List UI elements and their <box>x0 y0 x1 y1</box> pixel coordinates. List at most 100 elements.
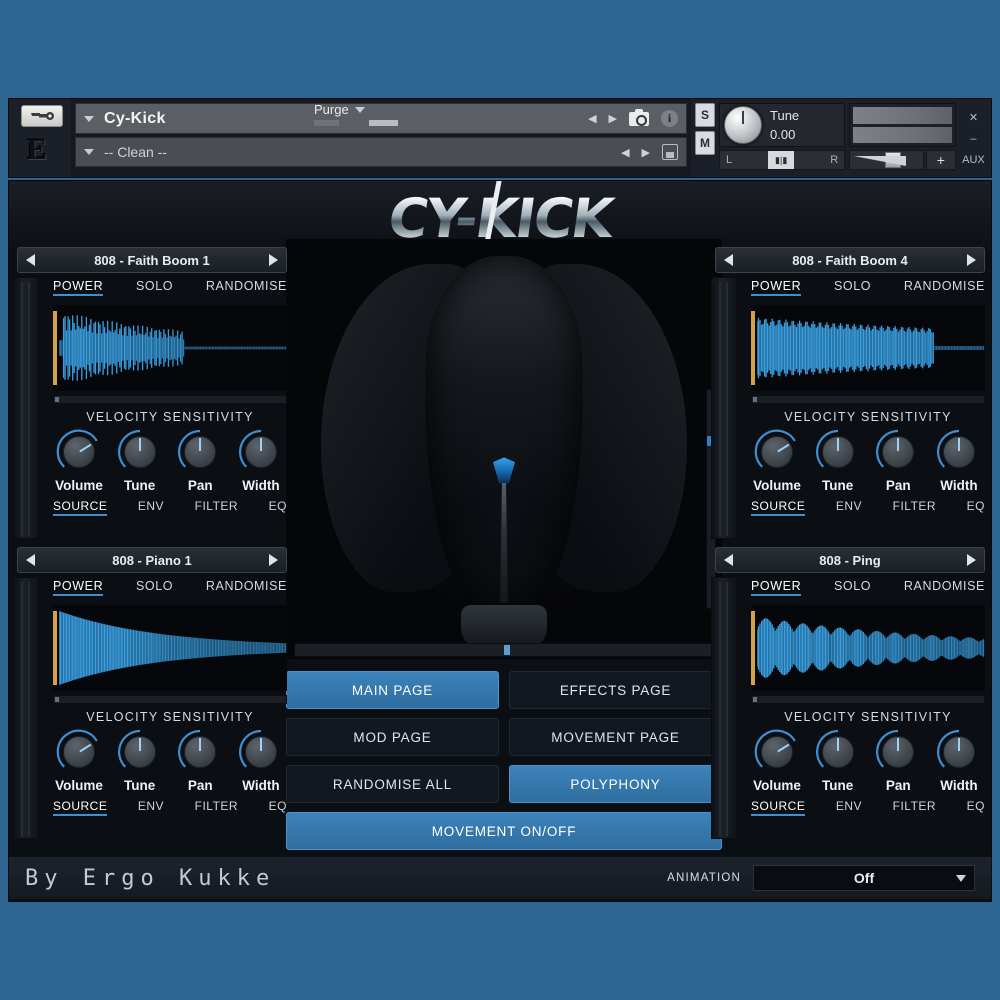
snapshot-prev-icon[interactable]: ◀ <box>621 146 629 159</box>
slot-3-waveform-display[interactable] <box>751 305 985 391</box>
slot-1-tab-solo[interactable]: SOLO <box>136 279 173 296</box>
slot-1-tab-randomise[interactable]: RANDOMISE <box>206 279 287 296</box>
slot-1-preset-bar[interactable]: 808 - Faith Boom 1 <box>17 247 287 273</box>
slot-3-width-knob[interactable] <box>936 429 982 475</box>
slot-2-tab-randomise[interactable]: RANDOMISE <box>206 579 287 596</box>
slot-2-prev-arrow-icon[interactable] <box>26 554 35 566</box>
slot-1-prev-arrow-icon[interactable] <box>26 254 35 266</box>
pan-row[interactable]: L ▮|▮ R <box>719 150 846 170</box>
chevron-down-icon[interactable] <box>84 115 94 122</box>
slot-3-left-rail[interactable] <box>711 277 737 539</box>
slot-1-left-rail[interactable] <box>13 277 39 539</box>
slot-3-waveform-scrollbar[interactable] <box>751 395 985 404</box>
slot-3-tab-env[interactable]: ENV <box>836 499 862 516</box>
randomise-all-button[interactable]: RANDOMISE ALL <box>286 765 499 803</box>
slot-3-pan-knob[interactable] <box>875 429 921 475</box>
slot-3-tab-eq[interactable]: EQ <box>967 499 985 516</box>
slot-2-pan-knob[interactable] <box>177 729 223 775</box>
wrench-icon[interactable] <box>21 105 63 127</box>
slot-4-width-knob[interactable] <box>936 729 982 775</box>
close-icon[interactable]: ✕ <box>969 111 978 124</box>
slot-1-tune-knob[interactable] <box>117 429 163 475</box>
slot-3-preset-bar[interactable]: 808 - Faith Boom 4 <box>715 247 985 273</box>
slot-1-tab-power[interactable]: POWER <box>53 279 104 296</box>
slot-2-width-knob[interactable] <box>238 729 284 775</box>
slot-4-tab-eq[interactable]: EQ <box>967 799 985 816</box>
slot-3-next-arrow-icon[interactable] <box>967 254 976 266</box>
slot-1-start-marker[interactable] <box>53 311 57 385</box>
slot-2-next-arrow-icon[interactable] <box>269 554 278 566</box>
slot-2-tab-source[interactable]: SOURCE <box>53 799 108 816</box>
slot-2-volume-knob[interactable] <box>56 729 102 775</box>
mod-page-button[interactable]: MOD PAGE <box>286 718 499 756</box>
center-horizontal-scrollbar-handle[interactable] <box>504 645 510 655</box>
slot-3-tab-randomise[interactable]: RANDOMISE <box>904 279 985 296</box>
tune-knob[interactable] <box>724 106 762 144</box>
volume-slider[interactable] <box>849 150 924 170</box>
effects-page-button[interactable]: EFFECTS PAGE <box>509 671 722 709</box>
slot-2-waveform-scrollbar[interactable] <box>53 695 287 704</box>
floppy-disk-icon[interactable] <box>662 144 678 160</box>
slot-1-waveform-display[interactable] <box>53 305 287 391</box>
slot-4-volume-knob[interactable] <box>754 729 800 775</box>
slot-1-tab-filter[interactable]: FILTER <box>195 499 238 516</box>
slot-3-start-marker[interactable] <box>751 311 755 385</box>
slot-2-preset-bar[interactable]: 808 - Piano 1 <box>17 547 287 573</box>
slot-1-tab-eq[interactable]: EQ <box>269 499 287 516</box>
snapshot-next-icon[interactable]: ▶ <box>642 146 650 159</box>
slot-4-tab-solo[interactable]: SOLO <box>834 579 871 596</box>
slot-2-tab-filter[interactable]: FILTER <box>195 799 238 816</box>
slot-3-prev-arrow-icon[interactable] <box>724 254 733 266</box>
slot-3-tab-filter[interactable]: FILTER <box>893 499 936 516</box>
slot-2-tab-power[interactable]: POWER <box>53 579 104 596</box>
slot-4-waveform-scrollbar[interactable] <box>751 695 985 704</box>
slot-3-tab-solo[interactable]: SOLO <box>834 279 871 296</box>
movement-page-button[interactable]: MOVEMENT PAGE <box>509 718 722 756</box>
slot-4-pan-knob[interactable] <box>875 729 921 775</box>
slot-3-waveform-scroll-handle[interactable] <box>753 397 757 402</box>
slot-3-tab-power[interactable]: POWER <box>751 279 802 296</box>
slot-3-volume-knob[interactable] <box>754 429 800 475</box>
slot-4-next-arrow-icon[interactable] <box>967 554 976 566</box>
slot-1-tab-source[interactable]: SOURCE <box>53 499 108 516</box>
chevron-down-icon-snapshot[interactable] <box>84 149 94 155</box>
slot-2-tune-knob[interactable] <box>117 729 163 775</box>
solo-button[interactable]: S <box>695 103 715 127</box>
slot-2-waveform-display[interactable] <box>53 605 287 691</box>
slot-2-waveform-scroll-handle[interactable] <box>55 697 59 702</box>
volume-plus-button[interactable]: + <box>925 150 956 170</box>
slot-1-pan-knob[interactable] <box>177 429 223 475</box>
slot-2-tab-env[interactable]: ENV <box>138 799 164 816</box>
pan-center-icon[interactable]: ▮|▮ <box>768 151 795 169</box>
info-icon[interactable]: i <box>661 110 678 127</box>
purge-chevron-down-icon[interactable] <box>354 106 365 113</box>
slot-4-tab-filter[interactable]: FILTER <box>893 799 936 816</box>
main-page-button[interactable]: MAIN PAGE <box>286 671 499 709</box>
slot-1-width-knob[interactable] <box>238 429 284 475</box>
prev-arrow-icon[interactable]: ◀ <box>588 112 596 125</box>
polyphony-button[interactable]: POLYPHONY <box>509 765 722 803</box>
slot-1-volume-knob[interactable] <box>56 429 102 475</box>
slot-2-tab-eq[interactable]: EQ <box>269 799 287 816</box>
slot-4-tab-randomise[interactable]: RANDOMISE <box>904 579 985 596</box>
slot-4-tab-source[interactable]: SOURCE <box>751 799 806 816</box>
animation-select[interactable]: Off <box>753 865 975 891</box>
chevron-down-icon-animation[interactable] <box>956 875 966 882</box>
next-arrow-icon[interactable]: ▶ <box>609 112 617 125</box>
slot-4-tab-power[interactable]: POWER <box>751 579 802 596</box>
movement-on-off-button[interactable]: MOVEMENT ON/OFF <box>286 812 722 850</box>
slot-1-tab-env[interactable]: ENV <box>138 499 164 516</box>
slot-4-prev-arrow-icon[interactable] <box>724 554 733 566</box>
slot-3-tab-source[interactable]: SOURCE <box>751 499 806 516</box>
camera-icon[interactable] <box>629 108 649 126</box>
slot-1-next-arrow-icon[interactable] <box>269 254 278 266</box>
volume-slider-handle[interactable] <box>884 152 901 168</box>
slot-4-waveform-scroll-handle[interactable] <box>753 697 757 702</box>
purge-control[interactable]: Purge <box>314 100 398 158</box>
slot-4-left-rail[interactable] <box>711 577 737 839</box>
slot-3-tune-knob[interactable] <box>815 429 861 475</box>
slot-2-start-marker[interactable] <box>53 611 57 685</box>
slot-4-tune-knob[interactable] <box>815 729 861 775</box>
slot-4-start-marker[interactable] <box>751 611 755 685</box>
slot-4-waveform-display[interactable] <box>751 605 985 691</box>
